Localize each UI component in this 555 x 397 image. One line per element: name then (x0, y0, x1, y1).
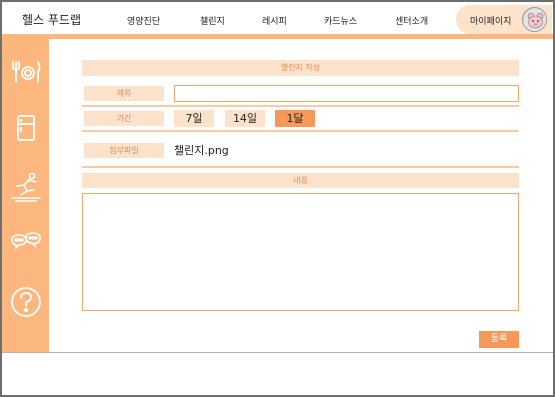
avatar-icon (523, 8, 546, 31)
nav-nutrition-diagnosis[interactable]: 영양진단 (127, 14, 160, 27)
utensils-icon[interactable] (8, 54, 44, 90)
refrigerator-icon[interactable] (8, 110, 44, 146)
main-content: 챌린지 작성 제목 기간 7일 14일 1달 첨부파일 챌린지.png 내용 등… (49, 39, 553, 352)
exercise-icon[interactable] (8, 168, 44, 204)
avatar[interactable] (522, 7, 547, 32)
nav-challenge[interactable]: 챌린지 (200, 14, 225, 27)
title-label: 제목 (84, 86, 164, 101)
attachment-filename[interactable]: 챌린지.png (174, 142, 229, 158)
period-label: 기간 (84, 111, 164, 126)
mypage-button[interactable]: 마이페이지 (456, 5, 552, 34)
chat-icon[interactable] (8, 226, 44, 262)
divider (82, 105, 519, 107)
sidebar (2, 34, 49, 352)
content-textarea[interactable] (82, 193, 519, 311)
content-label-bar: 내용 (82, 173, 519, 188)
attachment-label: 첨부파일 (84, 143, 164, 158)
help-icon[interactable] (8, 284, 44, 320)
nav-recipe[interactable]: 레시피 (262, 14, 287, 27)
top-header: 헬스 푸드랩 영양진단 챌린지 레시피 카드뉴스 센터소개 마이페이지 (2, 2, 553, 35)
title-input[interactable] (174, 85, 519, 102)
mypage-label: 마이페이지 (470, 17, 512, 27)
divider (82, 166, 519, 168)
site-logo[interactable]: 헬스 푸드랩 (22, 11, 81, 28)
submit-button[interactable]: 등록 (479, 331, 519, 348)
nav-card-news[interactable]: 카드뉴스 (324, 14, 357, 27)
content-label: 내용 (293, 176, 308, 185)
form-title: 챌린지 작성 (280, 63, 321, 72)
nav-center-intro[interactable]: 센터소개 (395, 14, 428, 27)
form-title-bar: 챌린지 작성 (82, 60, 519, 76)
period-1-month-button[interactable]: 1달 (275, 110, 315, 127)
divider (82, 130, 519, 132)
period-7-days-button[interactable]: 7일 (174, 110, 214, 127)
footer-divider (2, 352, 553, 353)
period-14-days-button[interactable]: 14일 (225, 110, 265, 127)
